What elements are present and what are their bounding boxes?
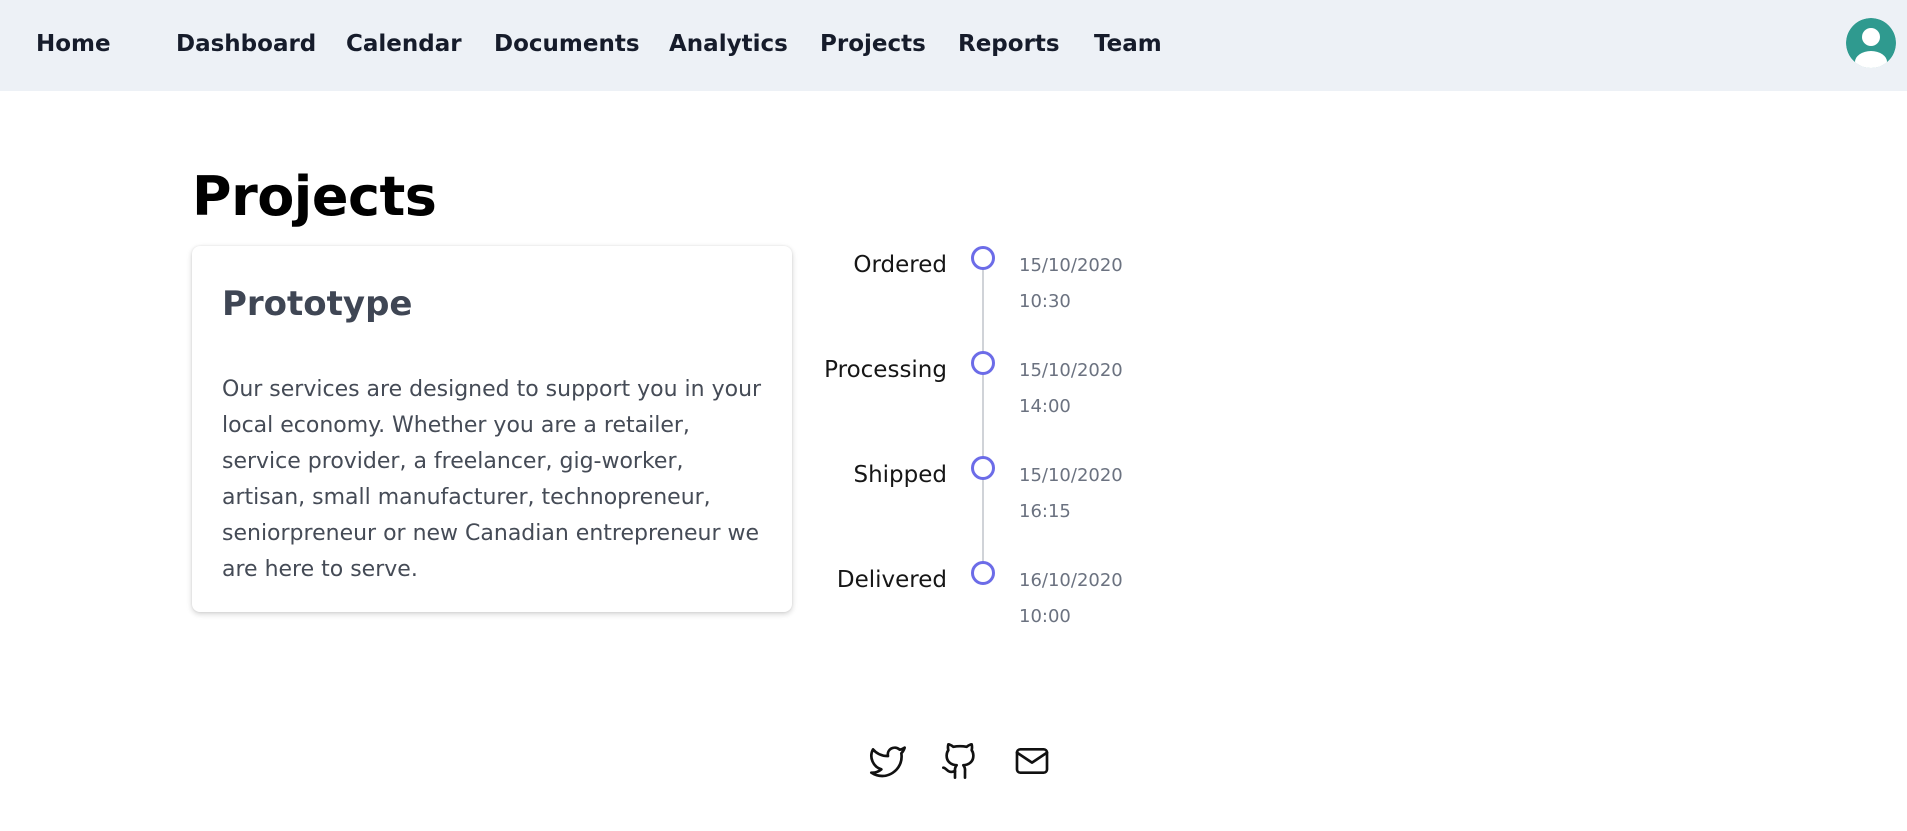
timeline-dot-icon	[971, 351, 995, 375]
timeline-dot-icon	[971, 561, 995, 585]
nav-home[interactable]: Home	[36, 29, 111, 59]
nav-reports[interactable]: Reports	[958, 29, 1060, 59]
nav-dashboard[interactable]: Dashboard	[176, 29, 316, 59]
timeline-dot-icon	[971, 456, 995, 480]
mail-icon[interactable]	[1012, 741, 1052, 781]
top-navbar: Home Dashboard Calendar Documents Analyt…	[0, 0, 1907, 91]
card-title: Prototype	[222, 284, 413, 324]
nav-analytics[interactable]: Analytics	[669, 29, 788, 59]
timeline-dot-icon	[971, 246, 995, 270]
timeline-step-date: 15/10/2020	[1019, 255, 1123, 276]
twitter-icon[interactable]	[868, 741, 908, 781]
timeline-step-label: Shipped	[853, 462, 947, 488]
timeline-step-date: 15/10/2020	[1019, 465, 1123, 486]
timeline-step-date: 15/10/2020	[1019, 360, 1123, 381]
timeline-line	[982, 256, 984, 574]
card-description: Our services are designed to support you…	[222, 377, 762, 582]
timeline-step-time: 14:00	[1019, 396, 1071, 417]
nav-team[interactable]: Team	[1094, 29, 1162, 59]
user-avatar-icon[interactable]	[1846, 18, 1896, 68]
timeline-step-time: 10:00	[1019, 606, 1071, 627]
nav-documents[interactable]: Documents	[494, 29, 640, 59]
timeline-step-time: 10:30	[1019, 291, 1071, 312]
timeline-step-date: 16/10/2020	[1019, 570, 1123, 591]
nav-calendar[interactable]: Calendar	[346, 29, 462, 59]
github-icon[interactable]	[940, 741, 980, 781]
timeline-step-label: Ordered	[853, 252, 947, 278]
page-title: Projects	[192, 165, 437, 228]
timeline-step-time: 16:15	[1019, 501, 1071, 522]
project-card: Prototype Our services are designed to s…	[192, 246, 792, 612]
nav-projects[interactable]: Projects	[820, 29, 926, 59]
timeline-step-label: Processing	[824, 357, 947, 383]
timeline-step-label: Delivered	[836, 567, 947, 593]
